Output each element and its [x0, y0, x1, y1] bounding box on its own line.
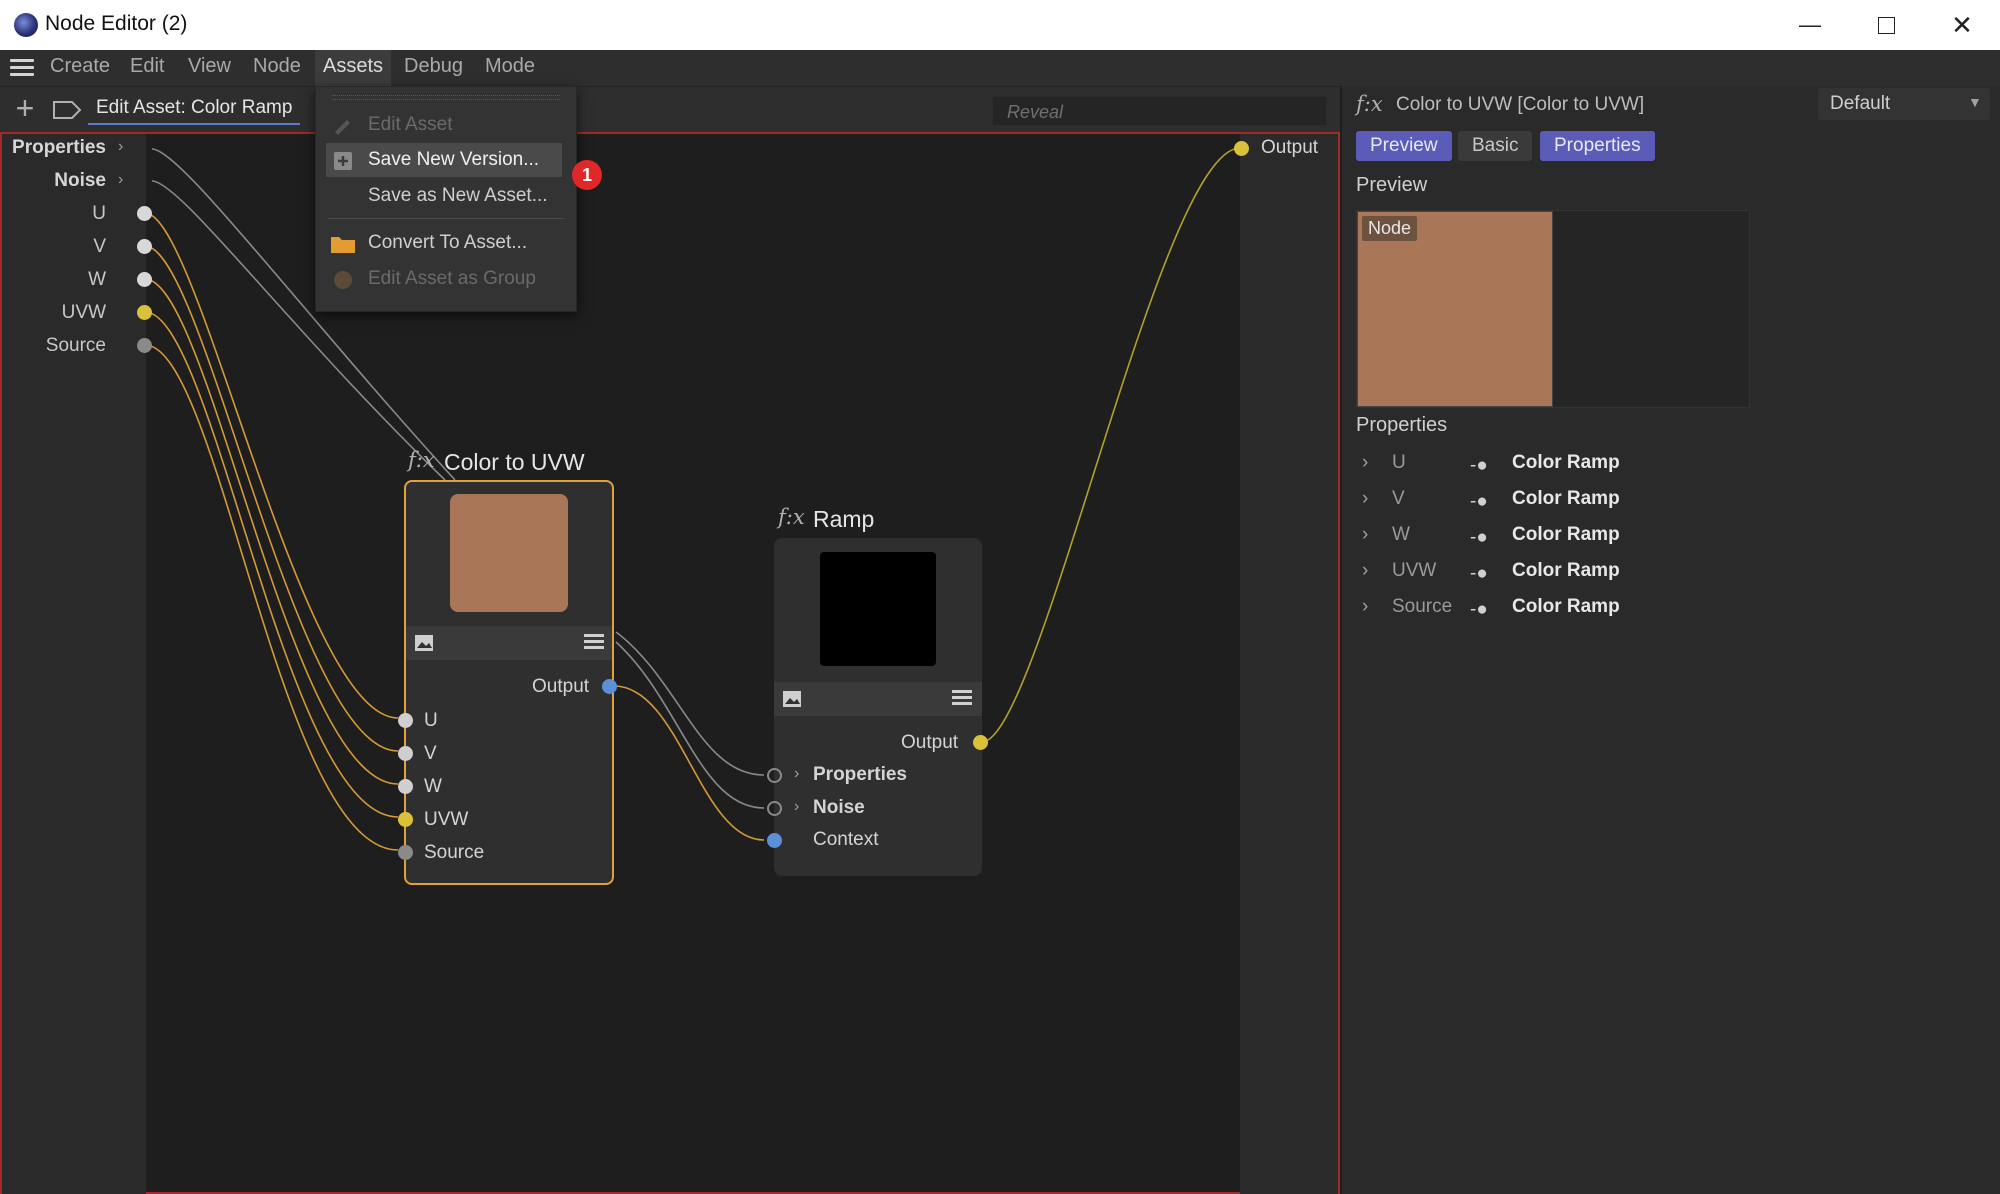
port-link-icon[interactable]: -●	[1470, 527, 1488, 549]
port-link-icon[interactable]: -●	[1470, 563, 1488, 585]
input-source-dot[interactable]	[398, 845, 413, 860]
chevron-right-icon[interactable]: ›	[1362, 452, 1368, 474]
property-row-source[interactable]: › Source -● Color Ramp	[1362, 596, 1762, 626]
chevron-down-icon: ▼	[1968, 94, 1982, 110]
chevron-right-icon[interactable]: ›	[794, 798, 799, 816]
preview-node-tag: Node	[1362, 216, 1418, 241]
port-v-dot[interactable]	[137, 239, 152, 254]
port-link-icon[interactable]: -●	[1470, 599, 1488, 621]
port-link-icon[interactable]: -●	[1470, 491, 1488, 513]
preview-heading: Preview	[1356, 174, 1428, 196]
input-u-dot[interactable]	[398, 713, 413, 728]
port-w-dot[interactable]	[137, 272, 152, 287]
input-uvw-dot[interactable]	[398, 812, 413, 827]
port-source-dot[interactable]	[137, 338, 152, 353]
node-output-dot[interactable]	[602, 679, 617, 694]
menu-item-save-new-version[interactable]: Save New Version...	[326, 143, 562, 177]
tab-preview[interactable]: Preview	[1356, 131, 1452, 161]
pencil-icon	[335, 120, 350, 135]
menu-item-convert-to-asset[interactable]: Convert To Asset...	[316, 226, 576, 260]
menu-lines-icon[interactable]	[584, 634, 604, 649]
node-title: Color to UVW	[444, 449, 585, 475]
port-source-label: Source	[45, 335, 106, 356]
node-ramp[interactable]: Output › Properties › Noise Context	[767, 538, 988, 876]
node-preview-swatch	[820, 552, 936, 666]
property-row-w[interactable]: › W -● Color Ramp	[1362, 524, 1762, 554]
node-output-label: Output	[901, 732, 959, 753]
node-output-label: Output	[532, 676, 590, 697]
input-properties-label: Properties	[813, 764, 907, 785]
node-toolbar	[406, 626, 612, 660]
chevron-right-icon[interactable]: ›	[1362, 488, 1368, 510]
tab-properties[interactable]: Properties	[1540, 131, 1655, 161]
chevron-right-icon[interactable]: ›	[118, 171, 123, 189]
preview-swatch: Node	[1357, 211, 1553, 407]
port-v-label: V	[93, 236, 106, 257]
group-icon	[334, 271, 352, 289]
fx-icon: f:x	[778, 505, 805, 529]
menu-item-edit-asset-as-group[interactable]: Edit Asset as Group	[316, 262, 576, 296]
output-port-dot[interactable]	[1234, 141, 1249, 156]
port-link-icon[interactable]: -●	[1470, 455, 1488, 477]
port-uvw-label: UVW	[61, 302, 106, 323]
input-w-label: W	[424, 776, 442, 797]
node-toolbar	[774, 682, 982, 716]
menu-item-save-as-new-asset[interactable]: Save as New Asset...	[316, 179, 576, 213]
fx-icon: f:x	[408, 448, 435, 472]
property-row-v[interactable]: › V -● Color Ramp	[1362, 488, 1762, 518]
image-icon[interactable]	[782, 690, 802, 708]
port-noise[interactable]: Noise	[10, 170, 106, 192]
input-properties-dot[interactable]	[767, 768, 782, 783]
node-output-dot[interactable]	[973, 735, 988, 750]
chevron-right-icon[interactable]: ›	[118, 138, 123, 156]
menu-lines-icon[interactable]	[952, 690, 972, 705]
menu-divider	[328, 218, 564, 219]
layout-select[interactable]: Default ▼	[1818, 88, 1990, 120]
attribute-panel: f:x Color to UVW [Color to UVW] Default …	[1342, 86, 2000, 1194]
input-v-dot[interactable]	[398, 746, 413, 761]
layout-select-value: Default	[1830, 93, 1891, 114]
input-context-dot[interactable]	[767, 833, 782, 848]
input-source-label: Source	[424, 842, 485, 863]
input-noise-dot[interactable]	[767, 801, 782, 816]
input-v-label: V	[424, 743, 437, 764]
input-noise-label: Noise	[813, 797, 865, 818]
port-u-label: U	[92, 203, 106, 224]
chevron-right-icon[interactable]: ›	[794, 765, 799, 783]
property-row-uvw[interactable]: › UVW -● Color Ramp	[1362, 560, 1762, 590]
step-badge: 1	[572, 160, 602, 190]
chevron-right-icon[interactable]: ›	[1362, 524, 1368, 546]
menu-tearoff-handle[interactable]	[332, 95, 560, 100]
port-w-label: W	[88, 269, 106, 290]
panel-title: Color to UVW [Color to UVW]	[1396, 94, 1645, 115]
image-icon[interactable]	[414, 634, 434, 652]
property-row-u[interactable]: › U -● Color Ramp	[1362, 452, 1762, 482]
input-uvw-label: UVW	[424, 809, 469, 830]
node-color-to-uvw[interactable]: Output U V W UVW Source	[398, 480, 617, 885]
save-icon	[334, 152, 352, 170]
port-uvw-dot[interactable]	[137, 305, 152, 320]
port-properties[interactable]: Properties	[10, 137, 106, 159]
input-w-dot[interactable]	[398, 779, 413, 794]
chevron-right-icon[interactable]: ›	[1362, 596, 1368, 618]
folder-icon	[331, 237, 355, 253]
port-u-dot[interactable]	[137, 206, 152, 221]
chevron-right-icon[interactable]: ›	[1362, 560, 1368, 582]
node-preview-swatch	[450, 494, 568, 612]
properties-heading: Properties	[1356, 414, 1448, 436]
preview-area: Node	[1356, 210, 1750, 408]
tab-basic[interactable]: Basic	[1458, 131, 1533, 161]
node-title: Ramp	[813, 506, 875, 532]
menu-item-edit-asset[interactable]: Edit Asset	[316, 108, 576, 142]
output-port-label: Output	[1261, 137, 1319, 158]
input-u-label: U	[424, 710, 438, 731]
assets-dropdown-menu: Edit Asset Save New Version... Save as N…	[315, 86, 577, 312]
input-context-label: Context	[813, 829, 879, 850]
fx-icon: f:x	[1356, 92, 1383, 116]
